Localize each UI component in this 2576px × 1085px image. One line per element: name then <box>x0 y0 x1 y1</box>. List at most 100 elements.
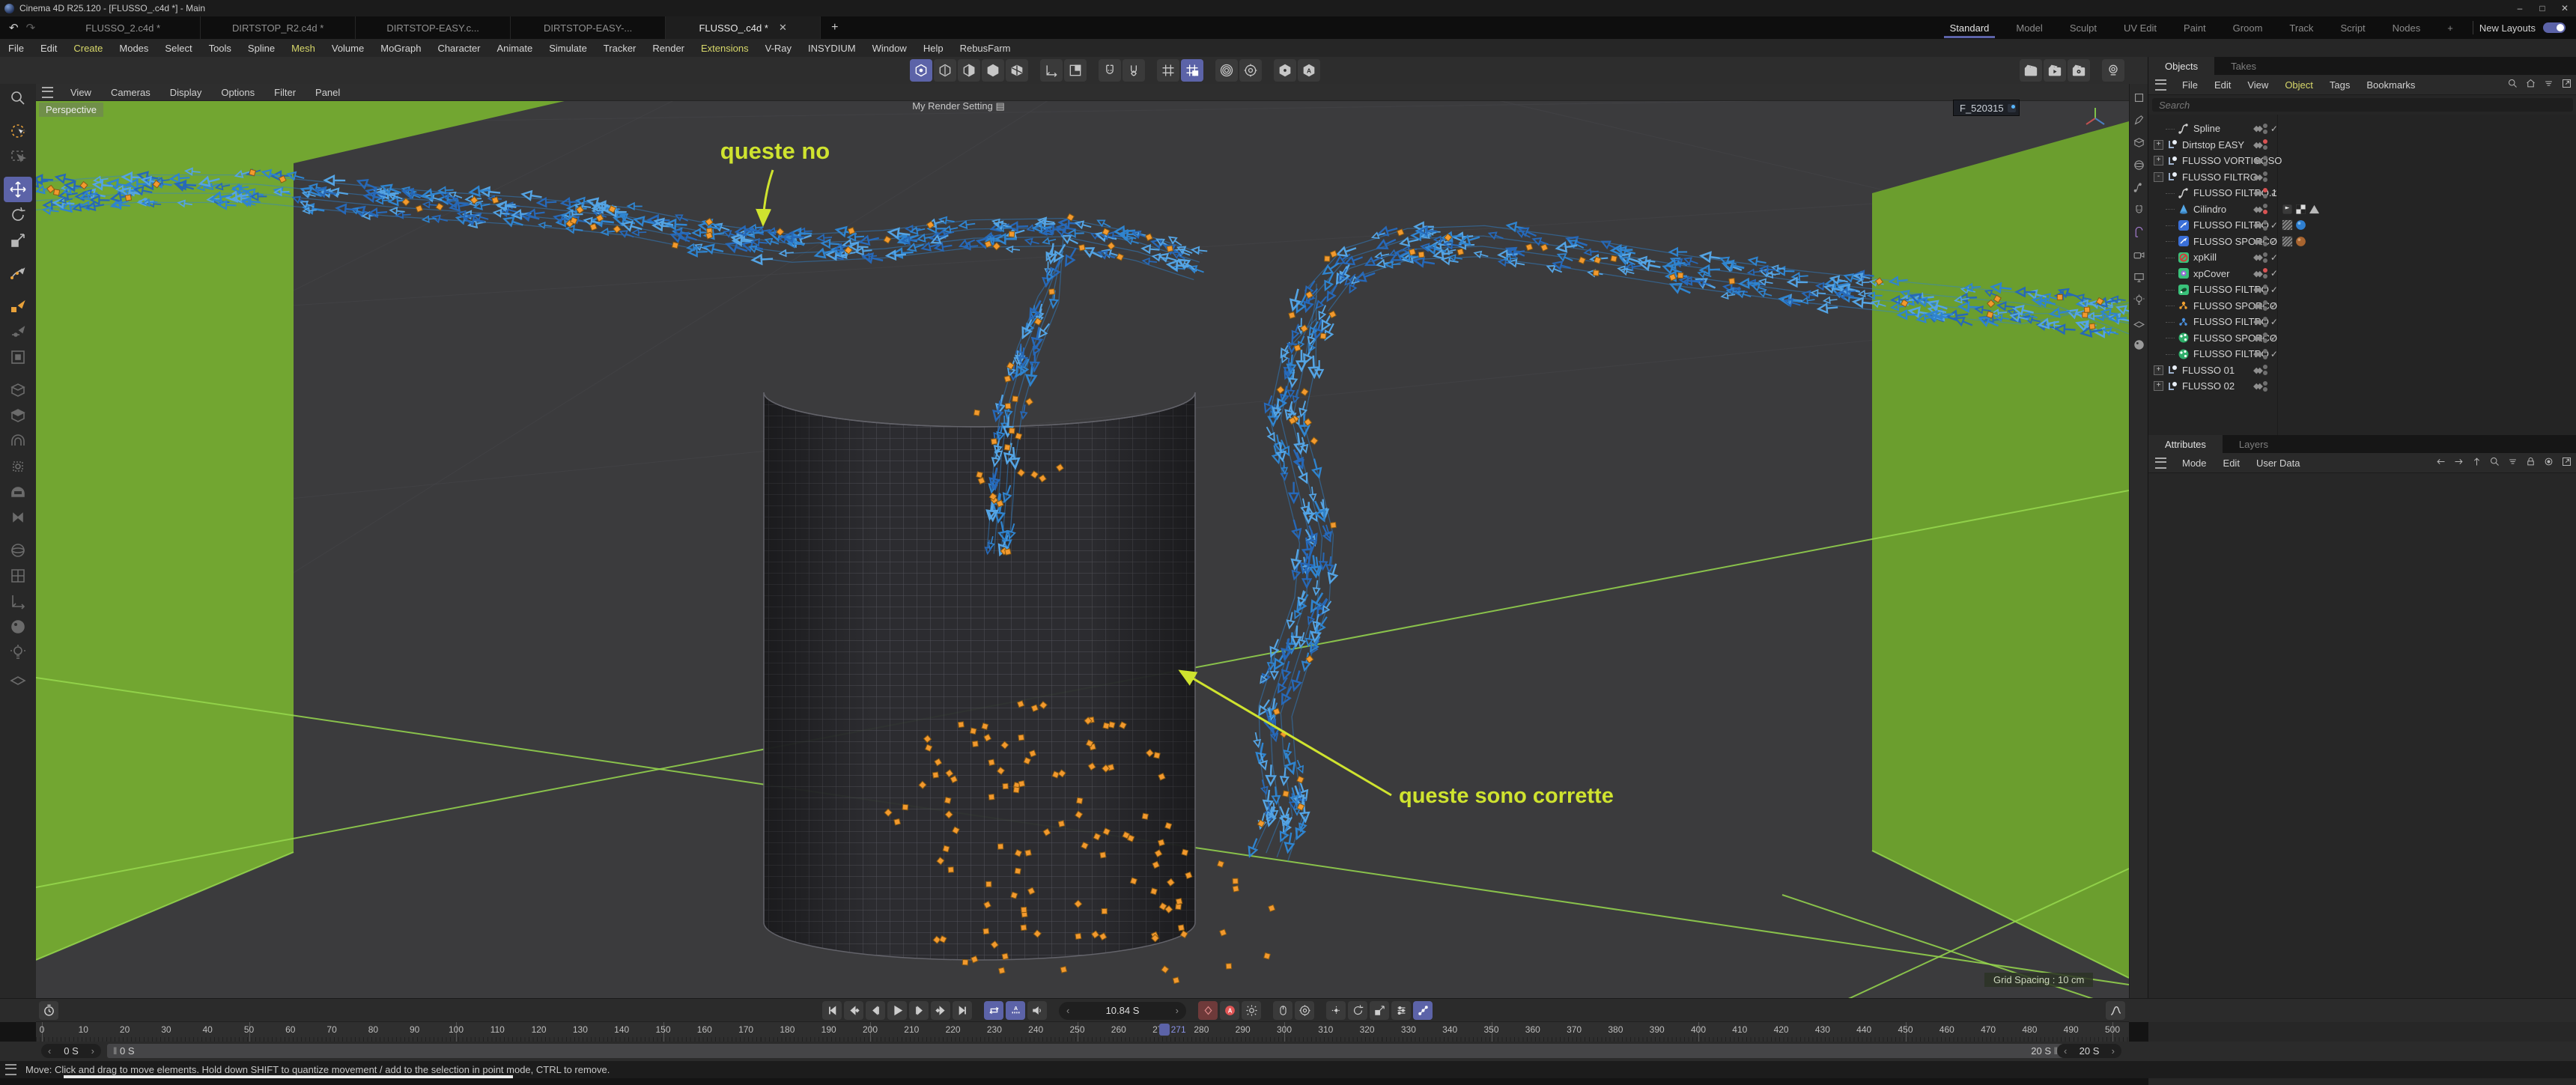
home-icon[interactable] <box>2525 78 2536 91</box>
attributes-menu-user-data[interactable]: User Data <box>2248 458 2309 469</box>
play-sounds-mode-button[interactable]: A <box>1006 1001 1025 1020</box>
objects-menu-object[interactable]: Object <box>2276 79 2321 91</box>
make-editable-button[interactable] <box>4 377 32 403</box>
object-row[interactable]: xpCover◆◆✓ <box>2148 266 2576 282</box>
palette-camera-button[interactable] <box>2131 247 2147 263</box>
sound-toggle-button[interactable] <box>1027 1001 1047 1020</box>
range-start-spinner[interactable]: ‹0 S› <box>41 1044 101 1058</box>
viewport-menu-filter[interactable]: Filter <box>264 87 306 98</box>
key-pla-button[interactable] <box>1413 1001 1433 1020</box>
arrow-right-icon[interactable] <box>2453 456 2464 469</box>
palette-display-button[interactable] <box>2131 270 2147 285</box>
current-time-spinner[interactable]: ‹10.84 S› <box>1059 1002 1186 1020</box>
enabled-check[interactable]: ✓ <box>2270 252 2279 263</box>
coordinate-system-button[interactable] <box>1064 59 1087 82</box>
next-key-button[interactable] <box>931 1001 950 1020</box>
visibility-dots[interactable] <box>2263 124 2267 134</box>
layer-icon[interactable]: ◆◆ <box>2253 237 2260 246</box>
autokey-button[interactable]: A <box>1220 1001 1239 1020</box>
rectangle-selection-button[interactable] <box>4 144 32 169</box>
minimize-button[interactable]: – <box>2509 0 2531 16</box>
search-icon[interactable] <box>2489 456 2500 469</box>
objects-menu-tags[interactable]: Tags <box>2321 79 2358 91</box>
layer-icon[interactable]: ◆◆ <box>2253 365 2260 375</box>
play-button[interactable] <box>887 1001 907 1020</box>
layout-tab-paint[interactable]: Paint <box>2170 16 2220 39</box>
palette-floor-button[interactable] <box>2131 314 2147 330</box>
palette-cube-button[interactable] <box>2131 135 2147 151</box>
object-row[interactable]: +Dirtstop EASY◆◆ <box>2148 137 2576 153</box>
enabled-check[interactable]: ✓ <box>2270 220 2279 231</box>
viewport-menu-view[interactable]: View <box>61 87 101 98</box>
palette-spline-button[interactable] <box>2131 180 2147 195</box>
objects-burger-icon[interactable] <box>2155 79 2166 91</box>
layout-tab-groom[interactable]: Groom <box>2220 16 2276 39</box>
layout-tab-track[interactable]: Track <box>2276 16 2327 39</box>
panel-tab-layers[interactable]: Layers <box>2223 435 2285 453</box>
menu-item-help[interactable]: Help <box>915 43 952 54</box>
render-picture-viewer-button[interactable] <box>2044 59 2066 82</box>
timeline-ruler[interactable]: 0102030405060708090100110120130140150160… <box>36 1021 2129 1042</box>
objects-search-input[interactable]: Search <box>2152 98 2573 112</box>
layer-icon[interactable]: ◆◆ <box>2253 349 2260 359</box>
edit-edges-button[interactable] <box>4 319 32 344</box>
visibility-dots[interactable] <box>2263 268 2267 279</box>
object-row[interactable]: FLUSSO FILTRO.1◆◆✓ <box>2148 185 2576 201</box>
object-row[interactable]: FLUSSO SPORCO◆◆✓ <box>2148 234 2576 249</box>
menu-item-tracker[interactable]: Tracker <box>595 43 645 54</box>
object-row[interactable]: FLUSSO SPORCO◆◆✓ <box>2148 298 2576 314</box>
workplane-button[interactable] <box>1157 59 1179 82</box>
workplane-tool-button[interactable] <box>4 344 32 370</box>
popout-icon[interactable] <box>2561 78 2572 91</box>
menu-item-insydium[interactable]: INSYDIUM <box>800 43 864 54</box>
status-burger-icon[interactable] <box>5 1064 16 1075</box>
fcurve-editor-icon[interactable] <box>2106 1001 2125 1020</box>
axis-tool-button[interactable] <box>4 589 32 614</box>
document-tab[interactable]: DIRTSTOP_R2.c4d * <box>201 16 356 39</box>
tree-expander-icon[interactable]: + <box>2154 140 2163 150</box>
viewport-menu-panel[interactable]: Panel <box>306 87 350 98</box>
model-mode-button[interactable] <box>982 59 1004 82</box>
edge-mode-button[interactable] <box>934 59 956 82</box>
layer-icon[interactable]: ◆◆ <box>2253 285 2260 294</box>
tree-expander-icon[interactable]: + <box>2154 156 2163 165</box>
object-row[interactable]: Cilindro◆◆ <box>2148 201 2576 217</box>
object-row[interactable]: +FLUSSO 01◆◆ <box>2148 362 2576 378</box>
tree-expander-icon[interactable]: + <box>2154 365 2163 375</box>
panel-tab-takes[interactable]: Takes <box>2214 57 2273 75</box>
panel-tab-objects[interactable]: Objects <box>2148 57 2214 75</box>
enabled-check[interactable]: ✓ <box>2270 236 2279 246</box>
menu-item-modes[interactable]: Modes <box>111 43 157 54</box>
menu-item-mograph[interactable]: MoGraph <box>372 43 429 54</box>
find-button[interactable] <box>4 85 32 111</box>
tag-triangle-icon[interactable] <box>2309 204 2320 215</box>
primitive-sphere-button[interactable] <box>4 538 32 563</box>
filter-icon[interactable] <box>2543 78 2554 91</box>
layout-tab-sculpt[interactable]: Sculpt <box>2056 16 2110 39</box>
tree-expander-icon[interactable]: + <box>2154 381 2163 391</box>
record-keyframe-button[interactable] <box>1198 1001 1218 1020</box>
visibility-dots[interactable] <box>2263 285 2267 295</box>
close-button[interactable]: ✕ <box>2554 0 2576 16</box>
object-row[interactable]: FLUSSO SPORCO◆◆✓ <box>2148 330 2576 346</box>
menu-item-file[interactable]: File <box>0 43 32 54</box>
cage-deformer-button[interactable] <box>4 454 32 479</box>
document-tab[interactable]: FLUSSO_2.c4d * <box>46 16 201 39</box>
add-layout-button[interactable]: + <box>2434 16 2467 39</box>
solo-mode-button[interactable] <box>1274 59 1296 82</box>
menu-item-extensions[interactable]: Extensions <box>693 43 757 54</box>
object-row[interactable]: Spline◆◆✓ <box>2148 121 2576 136</box>
visibility-dots[interactable] <box>2263 332 2267 343</box>
tree-expander-icon[interactable]: - <box>2154 172 2163 182</box>
menu-item-render[interactable]: Render <box>644 43 693 54</box>
maximize-button[interactable]: □ <box>2531 0 2554 16</box>
tag-checker-icon[interactable] <box>2295 204 2306 215</box>
palette-plane-button[interactable] <box>2131 90 2147 106</box>
interactive-render-button[interactable] <box>2102 59 2124 82</box>
move-tool-button[interactable] <box>4 177 32 202</box>
visibility-dots[interactable] <box>2263 349 2267 359</box>
panel-tab-attributes[interactable]: Attributes <box>2148 435 2223 453</box>
arrow-up-icon[interactable] <box>2471 456 2482 469</box>
polygon-mode-button[interactable] <box>958 59 980 82</box>
menu-item-mesh[interactable]: Mesh <box>283 43 323 54</box>
